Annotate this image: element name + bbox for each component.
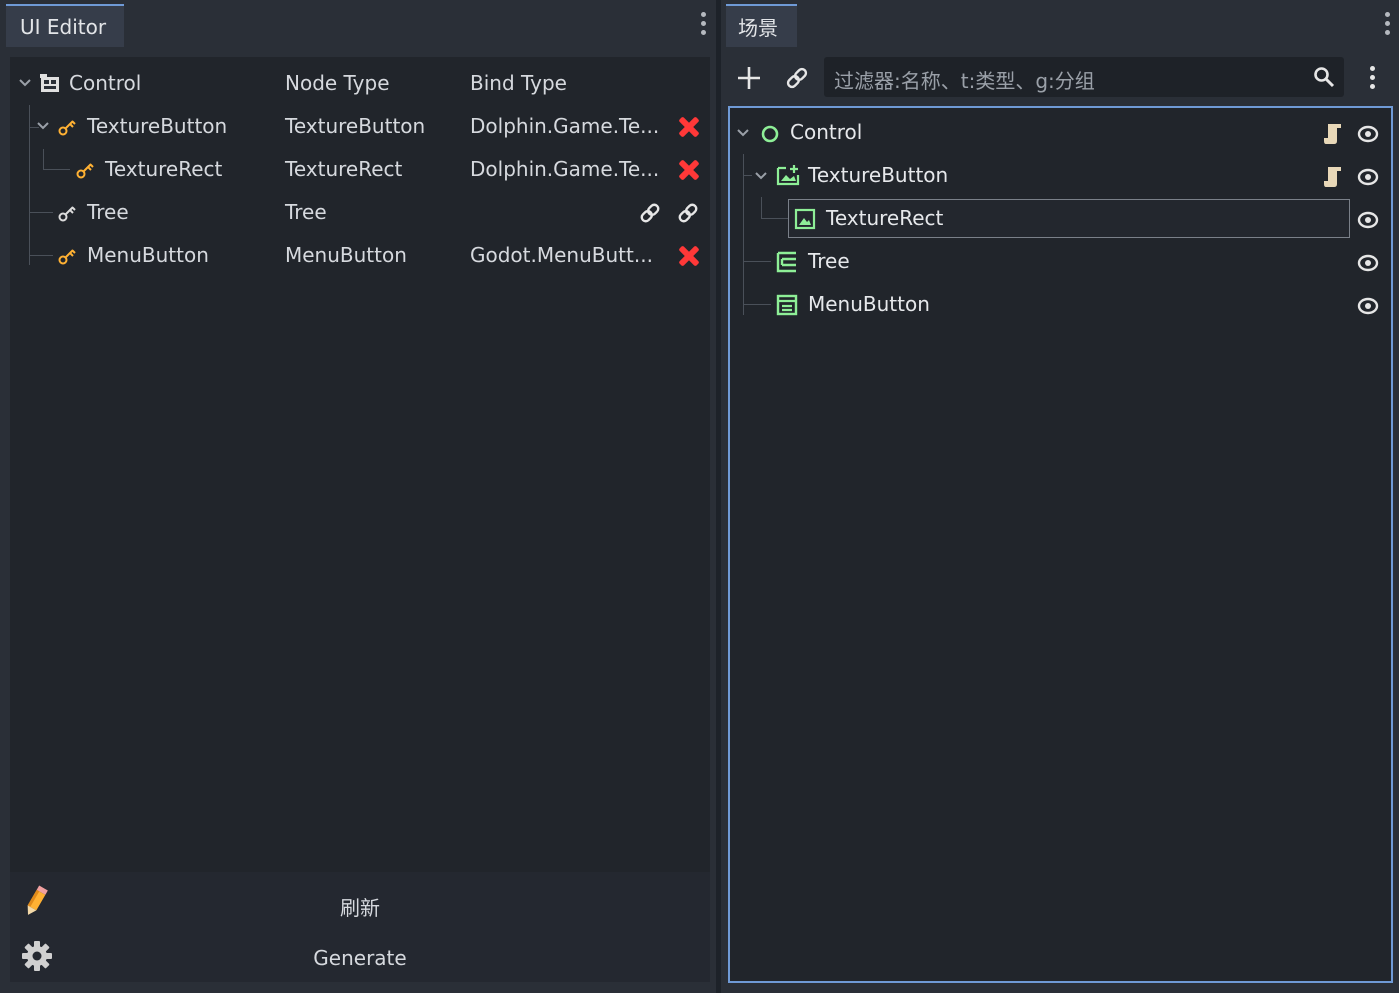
node-type-header: Node Type (285, 71, 390, 95)
scene-node-name: MenuButton (808, 292, 930, 316)
bind-row-node-type: TextureButton (285, 114, 426, 138)
ui-editor-footer: 刷新 Generate (10, 872, 710, 982)
bind-row[interactable]: TextureRect TextureRect Dolphin.Game.Te.… (10, 148, 710, 191)
scene-tabbar: 场景 (721, 0, 1399, 47)
visibility-eye-icon[interactable] (1357, 210, 1379, 230)
scene-node-tree[interactable]: Tree (730, 240, 1391, 283)
tab-ui-editor[interactable]: UI Editor (6, 4, 124, 47)
ui-editor-tabbar: UI Editor (0, 0, 716, 47)
delete-icon[interactable] (677, 245, 699, 267)
add-node-icon[interactable] (737, 66, 761, 90)
search-icon (1314, 67, 1335, 88)
bind-row-bind-type: Dolphin.Game.Te... (470, 114, 660, 138)
bind-row-name: TextureButton (87, 114, 228, 138)
scene-node-control[interactable]: Control (730, 111, 1391, 154)
visibility-eye-icon[interactable] (1357, 296, 1379, 316)
texture-rect-icon (794, 208, 816, 230)
key-icon (58, 249, 76, 265)
delete-icon[interactable] (677, 159, 699, 181)
scene-filter-input[interactable]: 过滤器:名称、t:类型、g:分组 (824, 57, 1344, 97)
refresh-button[interactable]: 刷新 (10, 878, 710, 930)
bind-row-node-type: TextureRect (285, 157, 403, 181)
generate-label: Generate (313, 946, 407, 970)
scene-menu-icon[interactable] (1385, 12, 1391, 38)
key-icon (58, 206, 76, 222)
bind-tree: Control Node Type Bind Type TextureButto… (10, 57, 710, 872)
bind-row-name: TextureRect (105, 157, 223, 181)
chevron-down-icon[interactable] (737, 128, 749, 138)
bind-type-header: Bind Type (470, 71, 567, 95)
texture-button-icon (776, 165, 800, 186)
generate-button[interactable]: Generate (10, 932, 710, 984)
tab-scene[interactable]: 场景 (726, 4, 797, 47)
visibility-eye-icon[interactable] (1357, 253, 1379, 273)
tree-node-icon (776, 251, 796, 273)
instance-link-icon[interactable] (785, 66, 809, 90)
scene-node-texture-rect[interactable]: TextureRect (730, 197, 1391, 240)
link-icon[interactable] (639, 202, 661, 224)
bind-row[interactable]: MenuButton MenuButton Godot.MenuButt... (10, 234, 710, 277)
scene-node-name: Tree (808, 249, 850, 273)
scene-toolbar: 过滤器:名称、t:类型、g:分组 (721, 47, 1399, 107)
script-icon[interactable] (1323, 165, 1343, 189)
bind-row-node-type: Tree (285, 200, 327, 224)
bind-tree-root-name: Control (69, 71, 142, 95)
ui-editor-menu-icon[interactable] (701, 12, 707, 38)
chevron-down-icon[interactable] (19, 78, 31, 88)
tab-ui-editor-label: UI Editor (20, 14, 107, 39)
scene-root-icon (40, 74, 59, 92)
scene-panel: 场景 过滤器:名称、t:类型、g:分组 Control TextureButto… (721, 0, 1399, 993)
bind-row-bind-type: Godot.MenuButt... (470, 243, 653, 267)
bind-row-name: Tree (87, 200, 129, 224)
visibility-eye-icon[interactable] (1357, 124, 1379, 144)
scene-filter-menu-icon[interactable] (1370, 66, 1376, 92)
visibility-eye-icon[interactable] (1357, 167, 1379, 187)
chevron-down-icon[interactable] (37, 121, 49, 131)
scene-node-name: TextureRect (826, 206, 944, 230)
scene-tree: Control TextureButton TextureRect Tree M… (728, 106, 1393, 983)
delete-icon[interactable] (677, 116, 699, 138)
script-icon[interactable] (1323, 122, 1343, 146)
bind-row[interactable]: TextureButton TextureButton Dolphin.Game… (10, 105, 710, 148)
key-icon (58, 120, 76, 136)
ui-editor-panel: UI Editor Control Node Type Bind Type Te… (0, 0, 716, 993)
scene-node-texture-button[interactable]: TextureButton (730, 154, 1391, 197)
scene-node-name: Control (790, 120, 863, 144)
chevron-down-icon[interactable] (755, 171, 767, 181)
refresh-label: 刷新 (340, 896, 380, 920)
bind-row-name: MenuButton (87, 243, 209, 267)
menu-button-icon (776, 294, 798, 316)
scene-filter-placeholder: 过滤器:名称、t:类型、g:分组 (834, 69, 1095, 93)
tab-scene-label: 场景 (738, 16, 778, 40)
scene-node-name: TextureButton (808, 163, 949, 187)
key-icon (76, 163, 94, 179)
bind-row-bind-type: Dolphin.Game.Te... (470, 157, 660, 181)
bind-row-node-type: MenuButton (285, 243, 407, 267)
scene-node-menu-button[interactable]: MenuButton (730, 283, 1391, 326)
bind-row[interactable]: Tree Tree (10, 191, 710, 234)
bind-tree-header-row[interactable]: Control Node Type Bind Type (10, 62, 710, 105)
link-icon[interactable] (677, 202, 699, 224)
control-circle-icon (761, 125, 779, 143)
